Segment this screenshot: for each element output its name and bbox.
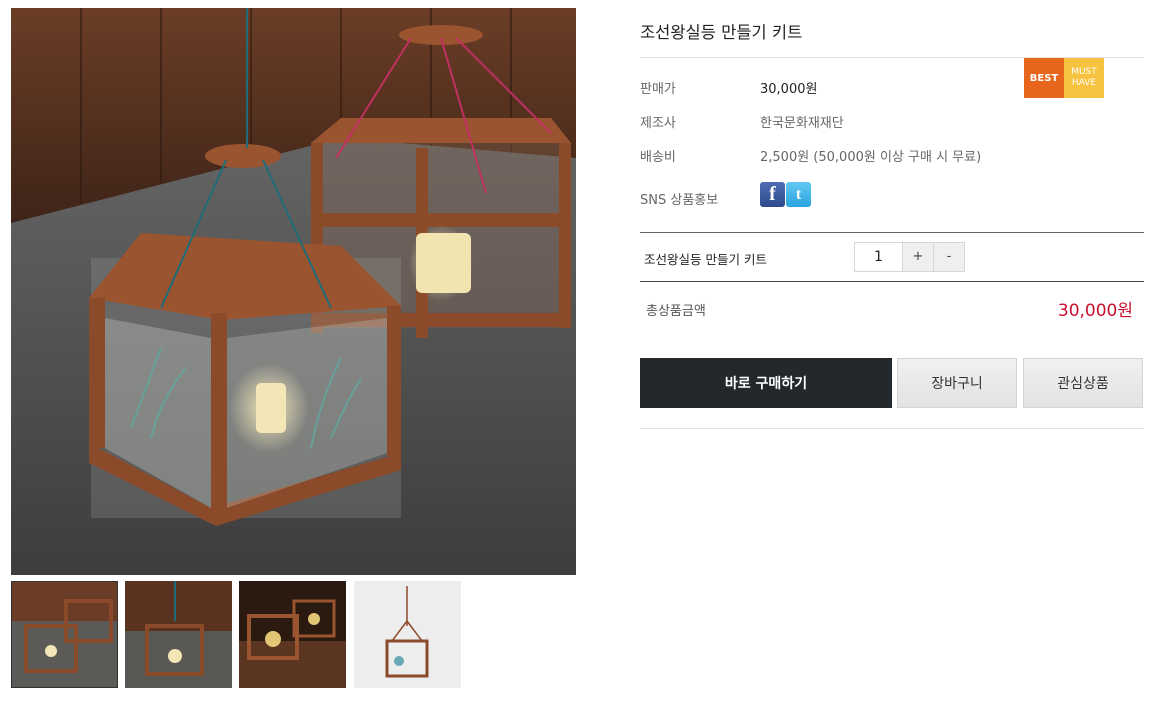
price-label: 판매가 (640, 82, 676, 97)
best-badge: BEST (1024, 58, 1064, 98)
maker-value: 한국문화재재단 (760, 116, 844, 131)
thumbnail-3[interactable] (239, 581, 346, 688)
divider (640, 281, 1144, 282)
quantity-input[interactable]: 1 (854, 242, 903, 272)
twitter-icon[interactable]: t (786, 182, 811, 207)
price-value: 30,000원 (760, 82, 818, 97)
must-have-line-2: HAVE (1071, 78, 1097, 88)
divider (640, 232, 1144, 233)
sns-buttons: f t (760, 182, 811, 207)
quantity-stepper: 1 + - (854, 242, 965, 272)
maker-label: 제조사 (640, 116, 676, 131)
total-price: 30,000원 (1057, 301, 1133, 321)
product-title: 조선왕실등 만들기 키트 (640, 23, 803, 42)
wishlist-button[interactable]: 관심상품 (1023, 358, 1143, 408)
total-label: 총상품금액 (646, 304, 706, 319)
thumbnail-2[interactable] (125, 581, 232, 688)
quantity-plus-button[interactable]: + (903, 242, 934, 272)
thumbnail-1[interactable] (11, 581, 118, 688)
shipping-value: 2,500원 (50,000원 이상 구매 시 무료) (760, 150, 982, 165)
shipping-label: 배송비 (640, 150, 676, 165)
thumbnail-4[interactable] (354, 581, 461, 688)
main-product-image (11, 8, 576, 575)
add-to-cart-button[interactable]: 장바구니 (897, 358, 1017, 408)
must-have-badge: MUST HAVE (1064, 58, 1104, 98)
must-have-line-1: MUST (1071, 67, 1097, 77)
sns-label: SNS 상품홍보 (640, 193, 719, 208)
facebook-icon[interactable]: f (760, 182, 785, 207)
buy-now-button[interactable]: 바로 구매하기 (640, 358, 892, 408)
divider (640, 428, 1144, 429)
quantity-minus-button[interactable]: - (934, 242, 965, 272)
product-badges: BEST MUST HAVE (1024, 58, 1104, 98)
option-name: 조선왕실등 만들기 키트 (644, 252, 767, 267)
